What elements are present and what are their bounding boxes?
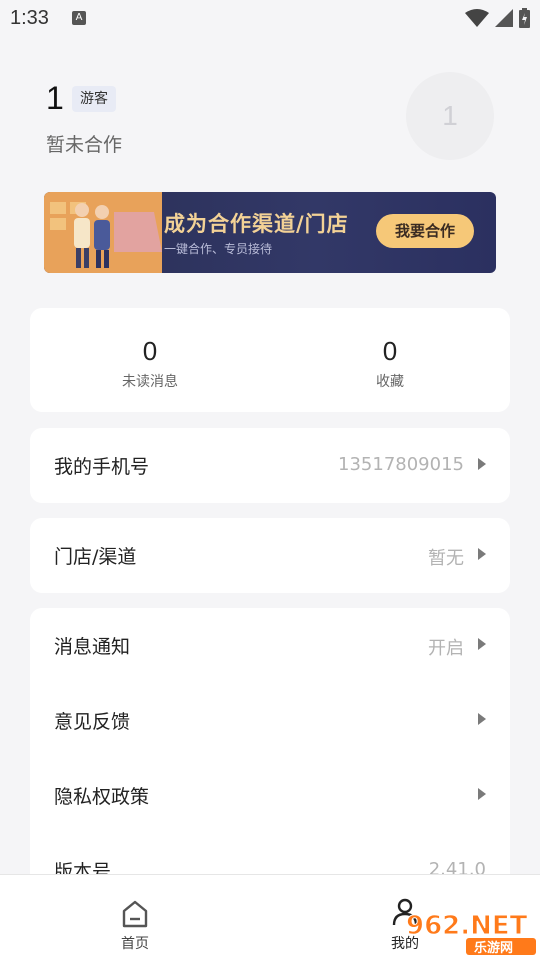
user-id: 1 — [46, 80, 64, 116]
cooperation-status: 暂未合作 — [46, 134, 123, 156]
phone-card: 我的手机号 13517809015 — [30, 428, 510, 503]
watermark-subtext: 乐游网 — [474, 940, 513, 956]
cooperation-banner[interactable]: 成为合作渠道/门店 一键合作、专员接待 我要合作 — [44, 192, 496, 273]
feedback-label: 意见反馈 — [54, 711, 131, 733]
favorites-label: 收藏 — [376, 374, 404, 390]
home-icon — [122, 900, 148, 928]
handshake-illustration — [44, 192, 162, 273]
banner-title: 成为合作渠道/门店 — [164, 212, 349, 236]
feedback-row[interactable]: 意见反馈 — [30, 683, 510, 758]
status-time: 1:33 — [10, 7, 49, 29]
nav-home[interactable]: 首页 — [75, 875, 195, 961]
unread-messages-stat[interactable]: 0 未读消息 — [50, 336, 250, 391]
notifications-value: 开启 — [428, 638, 464, 659]
watermark-text: 962.NET — [406, 911, 528, 941]
unread-count: 0 — [142, 336, 158, 366]
phone-value: 13517809015 — [338, 454, 464, 475]
store-value: 暂无 — [428, 548, 464, 569]
guest-badge: 游客 — [72, 86, 116, 112]
status-bar: 1:33 A — [0, 0, 540, 36]
status-icons — [465, 8, 530, 28]
chevron-right-icon — [478, 458, 486, 470]
chevron-right-icon — [478, 788, 486, 800]
stats-card: 0 未读消息 0 收藏 — [30, 308, 510, 412]
favorites-stat[interactable]: 0 收藏 — [290, 336, 490, 391]
unread-label: 未读消息 — [122, 374, 178, 390]
notifications-label: 消息通知 — [54, 636, 131, 658]
banner-subtitle: 一键合作、专员接待 — [164, 242, 273, 256]
chevron-right-icon — [478, 713, 486, 725]
wifi-icon — [465, 9, 489, 27]
store-card: 门店/渠道 暂无 — [30, 518, 510, 593]
store-row[interactable]: 门店/渠道 暂无 — [30, 518, 510, 593]
chevron-right-icon — [478, 638, 486, 650]
watermark-logo: 962.NET 乐游网 — [406, 911, 536, 956]
battery-icon — [519, 8, 530, 28]
signal-icon — [495, 9, 513, 27]
notifications-row[interactable]: 消息通知 开启 — [30, 608, 510, 683]
chevron-right-icon — [478, 548, 486, 560]
phone-label: 我的手机号 — [54, 456, 150, 478]
privacy-label: 隐私权政策 — [54, 786, 150, 808]
store-label: 门店/渠道 — [54, 546, 137, 568]
nav-home-label: 首页 — [121, 936, 149, 952]
privacy-policy-row[interactable]: 隐私权政策 — [30, 758, 510, 833]
avatar[interactable]: 1 — [406, 72, 494, 160]
site-watermark: 962.NET 乐游网 — [402, 906, 538, 956]
profile-header: 1 游客 暂未合作 1 — [46, 72, 496, 168]
notification-a-icon: A — [72, 11, 86, 25]
settings-card: 消息通知 开启 意见反馈 隐私权政策 版本号 2.41.0 — [30, 608, 510, 908]
phone-row[interactable]: 我的手机号 13517809015 — [30, 428, 510, 503]
cooperate-button[interactable]: 我要合作 — [376, 214, 474, 248]
favorites-count: 0 — [382, 336, 398, 366]
